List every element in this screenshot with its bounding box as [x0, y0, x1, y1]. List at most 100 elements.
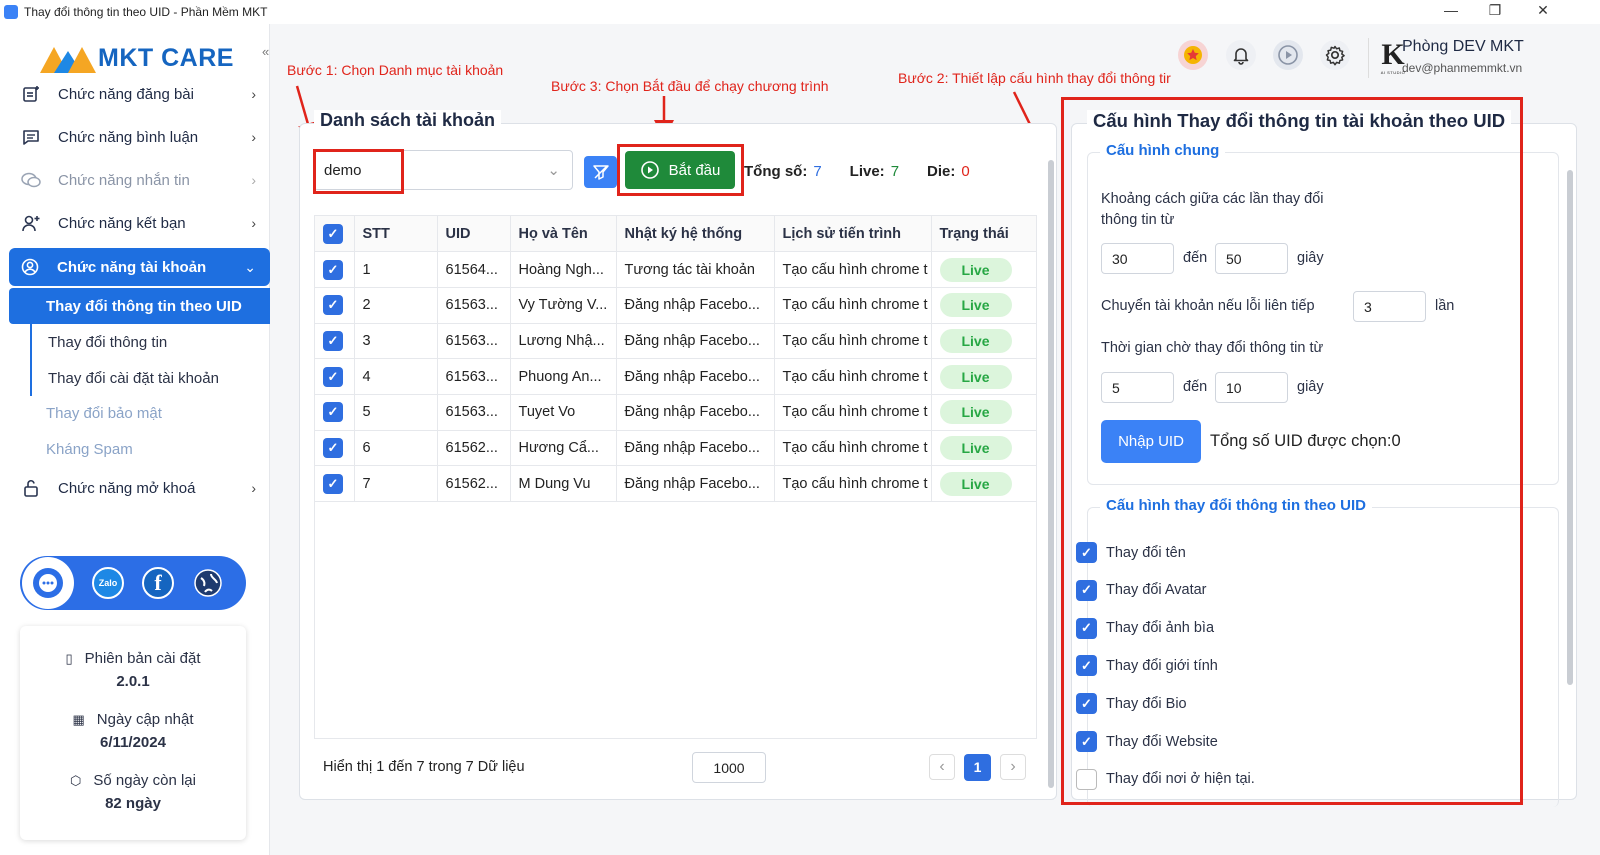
column-header[interactable]: Lịch sử tiến trình — [774, 216, 932, 253]
table-row[interactable]: ✓ 7 61562... M Dung Vu Đăng nhập Facebo... Tạ… — [315, 465, 1037, 502]
status-cell: Live — [931, 430, 1037, 467]
sidebar-item-comment[interactable]: Chức năng bình luận › — [10, 118, 270, 156]
total-label: Tổng số: — [744, 163, 808, 180]
table-row[interactable]: ✓ 4 61563... Phuong An... Đăng nhập Facebo..… — [315, 358, 1037, 395]
comment-icon — [20, 128, 42, 146]
die-label: Die: — [927, 163, 956, 180]
status-badge: Live — [939, 257, 1012, 282]
page-size-input[interactable]: 1000 — [692, 752, 766, 783]
table-row[interactable]: ✓ 5 61563... Tuyet Vo Đăng nhập Facebo... Tạo… — [315, 394, 1037, 431]
table-row[interactable]: ✓ 2 61563... Vy Tường V... Đăng nhập Facebo.… — [315, 287, 1037, 324]
user-name: Phòng DEV MKT — [1402, 38, 1524, 55]
accounts-table-wrapper: ✓ STT UID Họ và Tên Nhật ký hệ thống Lịc… — [314, 215, 1037, 739]
subitem-change-info-uid[interactable]: Thay đổi thông tin theo UID — [9, 288, 270, 324]
row-checkbox[interactable]: ✓ — [315, 358, 355, 395]
sidebar-item-friend[interactable]: Chức năng kết bạn › — [10, 204, 270, 242]
column-header[interactable]: Trạng thái — [931, 216, 1037, 253]
sidebar-item-label: Chức năng nhắn tin — [58, 171, 190, 189]
history-cell: Tạo cấu hình chrome t — [774, 394, 932, 431]
calendar-icon: ▦ — [72, 712, 85, 727]
install-info-card: ▯ Phiên bản cài đặt 2.0.1 ▦ Ngày cập nhật … — [20, 626, 246, 840]
sidebar-item-label: Chức năng kết bạn — [58, 214, 186, 232]
window-titlebar: Thay đổi thông tin theo UID - Phần Mềm M… — [0, 0, 1600, 24]
uid-cell: 61563... — [437, 323, 511, 360]
facebook-icon[interactable]: f — [142, 567, 174, 599]
sidebar-item-label: Chức năng đăng bài — [58, 85, 194, 103]
notification-bell-icon[interactable] — [1226, 40, 1256, 70]
table-footer-info: Hiển thị 1 đến 7 trong 7 Dữ liệu — [323, 759, 525, 775]
version-label: Phiên bản cài đặt — [84, 650, 201, 667]
subitem-change-info[interactable]: Thay đổi thông tin — [30, 324, 270, 360]
annotation-box-category — [313, 149, 404, 194]
play-video-icon[interactable] — [1273, 40, 1303, 70]
sidebar-item-post[interactable]: Chức năng đăng bài › — [10, 75, 270, 113]
sidebar-item-unlock[interactable]: Chức năng mở khoá › — [10, 469, 270, 507]
minimize-button[interactable]: — — [1436, 2, 1466, 18]
check-icon: ✓ — [323, 295, 343, 316]
check-icon: ✓ — [323, 402, 343, 423]
log-cell: Đăng nhập Facebo... — [616, 287, 775, 324]
check-icon: ✓ — [323, 259, 343, 280]
favorite-icon[interactable] — [1178, 40, 1208, 70]
subitem-account-settings[interactable]: Thay đổi cài đặt tài khoản — [30, 360, 270, 396]
name-cell: Tuyet Vo — [510, 394, 617, 431]
page-1-button[interactable]: 1 — [964, 754, 991, 781]
row-checkbox[interactable]: ✓ — [315, 465, 355, 502]
history-cell: Tạo cấu hình chrome t — [774, 287, 932, 324]
stt-cell: 6 — [354, 430, 438, 467]
subitem-security[interactable]: Thay đổi bảo mật — [30, 395, 270, 431]
log-cell: Tương tác tài khoản — [616, 251, 775, 288]
add-friend-icon — [20, 214, 42, 232]
table-row[interactable]: ✓ 1 61564... Hoàng Ngh... Tương tác tài khoả… — [315, 251, 1037, 288]
maximize-button[interactable]: ❐ — [1480, 2, 1510, 19]
total-value: 7 — [813, 163, 822, 180]
stt-cell: 4 — [354, 358, 438, 395]
sidebar-item-message[interactable]: Chức năng nhắn tin › — [10, 161, 270, 199]
next-page-button[interactable]: › — [1000, 754, 1026, 780]
support-icon[interactable] — [22, 557, 74, 609]
status-badge: Live — [939, 400, 1012, 425]
version-icon: ▯ — [65, 651, 73, 666]
subitem-label: Thay đổi cài đặt tài khoản — [48, 369, 219, 387]
close-button[interactable]: ✕ — [1528, 2, 1558, 19]
annotation-step1: Bước 1: Chọn Danh mục tài khoản — [287, 62, 504, 78]
die-value: 0 — [961, 163, 970, 180]
column-header[interactable]: UID — [437, 216, 511, 253]
column-header[interactable]: Họ và Tên — [510, 216, 617, 253]
select-all-checkbox[interactable]: ✓ — [315, 216, 355, 253]
column-header[interactable]: STT — [354, 216, 438, 253]
logo-mark-icon — [40, 43, 102, 73]
row-checkbox[interactable]: ✓ — [315, 394, 355, 431]
website-globe-icon[interactable] — [192, 567, 224, 599]
check-icon: ✓ — [323, 473, 343, 494]
log-cell: Đăng nhập Facebo... — [616, 394, 775, 431]
sidebar-item-account[interactable]: Chức năng tài khoản ⌄ — [9, 248, 270, 286]
box-icon: ⬡ — [70, 773, 82, 788]
update-label: Ngày cập nhật — [96, 711, 194, 728]
row-checkbox[interactable]: ✓ — [315, 323, 355, 360]
settings-gear-icon[interactable] — [1320, 40, 1350, 70]
collapse-sidebar-icon[interactable]: « — [262, 44, 269, 59]
status-badge: Live — [939, 364, 1012, 389]
row-checkbox[interactable]: ✓ — [315, 287, 355, 324]
accounts-table: ✓ STT UID Họ và Tên Nhật ký hệ thống Lịc… — [315, 216, 1037, 502]
config-scrollbar[interactable] — [1567, 170, 1573, 685]
table-row[interactable]: ✓ 6 61562... Hương Cẩ... Đăng nhập Facebo...… — [315, 430, 1037, 467]
row-checkbox[interactable]: ✓ — [315, 430, 355, 467]
column-header[interactable]: Nhật ký hệ thống — [616, 216, 775, 253]
check-icon: ✓ — [323, 330, 343, 351]
zalo-icon[interactable]: Zalo — [92, 567, 124, 599]
row-checkbox[interactable]: ✓ — [315, 251, 355, 288]
name-cell: Hoàng Ngh... — [510, 251, 617, 288]
subitem-anti-spam[interactable]: Kháng Spam — [30, 431, 270, 467]
update-info: ▦ Ngày cập nhật 6/11/2024 — [20, 711, 246, 751]
days-label: Số ngày còn lại — [93, 772, 196, 789]
uid-cell: 61563... — [437, 287, 511, 324]
prev-page-button[interactable]: ‹ — [929, 754, 955, 780]
subitem-label: Thay đổi thông tin — [48, 333, 168, 351]
app-icon — [4, 5, 18, 19]
clear-filter-icon[interactable] — [584, 156, 617, 188]
accounts-scrollbar[interactable] — [1048, 160, 1054, 788]
history-cell: Tạo cấu hình chrome t — [774, 430, 932, 467]
table-row[interactable]: ✓ 3 61563... Lương Nhậ... Đăng nhập Facebo..… — [315, 323, 1037, 360]
